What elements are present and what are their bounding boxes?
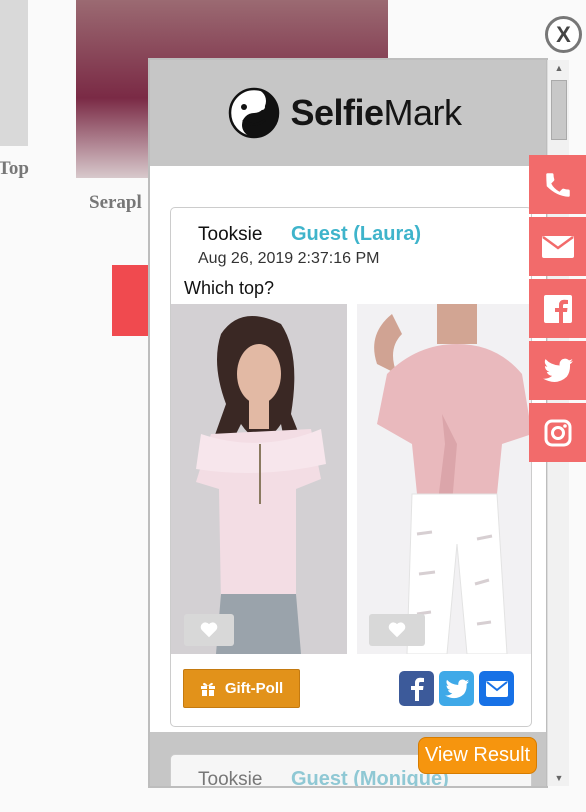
sidebar-instagram-button[interactable] bbox=[529, 403, 586, 462]
view-result-button[interactable]: View Result bbox=[418, 737, 537, 774]
woman-pink-tie-top-image bbox=[357, 304, 531, 654]
scroll-up-arrow-icon[interactable]: ▲ bbox=[548, 60, 570, 76]
poll-option-image-1[interactable] bbox=[171, 304, 347, 654]
phone-icon bbox=[545, 172, 570, 197]
twitter-icon bbox=[444, 679, 469, 698]
share-email-button[interactable] bbox=[479, 671, 514, 706]
scroll-thumb[interactable] bbox=[551, 80, 567, 140]
sidebar-phone-button[interactable] bbox=[529, 155, 586, 214]
social-sidebar bbox=[529, 155, 586, 465]
instagram-icon bbox=[544, 419, 571, 446]
share-facebook-button[interactable] bbox=[399, 671, 434, 706]
facebook-icon bbox=[410, 677, 424, 701]
yin-yang-face-icon bbox=[229, 87, 280, 139]
sidebar-facebook-button[interactable] bbox=[529, 279, 586, 338]
post-guest-name[interactable]: Guest (Laura) bbox=[291, 223, 421, 246]
screen: Top Serapl X SelfieMark Tooksie Guest (L… bbox=[0, 0, 586, 812]
gift-poll-button[interactable]: Gift-Poll bbox=[183, 669, 300, 708]
background-product-label-left: Top bbox=[0, 158, 29, 179]
sidebar-twitter-button[interactable] bbox=[529, 341, 586, 400]
background-product-label-main: Serapl bbox=[89, 192, 142, 213]
close-button[interactable]: X bbox=[545, 16, 582, 53]
gift-icon bbox=[200, 682, 215, 696]
next-post-user-name: Tooksie bbox=[198, 769, 263, 788]
logo-text: SelfieMark bbox=[290, 92, 462, 133]
envelope-icon bbox=[485, 680, 508, 697]
selfiemark-popup: SelfieMark Tooksie Guest (Laura) Aug 26,… bbox=[148, 58, 548, 788]
selfiemark-logo: SelfieMark bbox=[228, 87, 462, 139]
like-button-option-2[interactable] bbox=[369, 614, 425, 646]
sidebar-email-button[interactable] bbox=[529, 217, 586, 276]
gift-poll-label: Gift-Poll bbox=[224, 680, 284, 697]
poll-post-card: Tooksie Guest (Laura) Aug 26, 2019 2:37:… bbox=[170, 207, 532, 727]
background-red-button[interactable] bbox=[112, 265, 152, 336]
post-user-name: Tooksie bbox=[198, 224, 263, 245]
heart-icon bbox=[200, 622, 218, 638]
background-product-image-left bbox=[0, 0, 28, 146]
twitter-icon bbox=[542, 358, 573, 382]
post-question: Which top? bbox=[184, 278, 275, 298]
post-date: Aug 26, 2019 2:37:16 PM bbox=[198, 250, 380, 267]
like-button-option-1[interactable] bbox=[184, 614, 234, 646]
envelope-icon bbox=[541, 235, 574, 258]
scroll-down-arrow-icon[interactable]: ▼ bbox=[548, 770, 570, 786]
poll-option-image-2[interactable] bbox=[357, 304, 531, 654]
woman-pink-off-shoulder-top-image bbox=[171, 304, 347, 654]
heart-icon bbox=[388, 622, 406, 638]
share-twitter-button[interactable] bbox=[439, 671, 474, 706]
facebook-icon bbox=[543, 294, 572, 323]
popup-header: SelfieMark bbox=[150, 60, 546, 166]
